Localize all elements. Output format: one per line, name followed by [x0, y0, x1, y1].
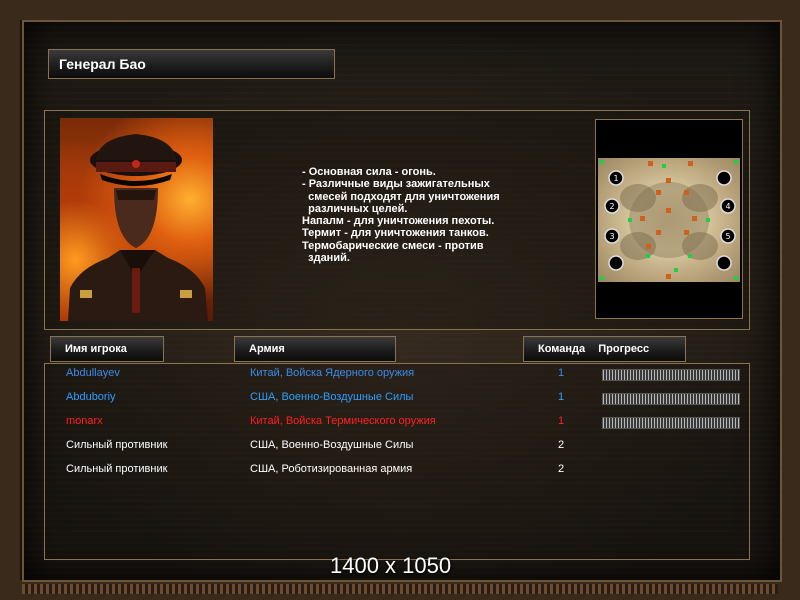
player-team: 1 [558, 415, 565, 427]
player-army: США, Военно-Воздушные Силы [250, 439, 414, 451]
player-army: США, Военно-Воздушные Силы [250, 391, 414, 403]
fps-bracket: [60] [33, 1, 46, 8]
player-name: monarx [66, 415, 103, 427]
general-title-box: Генерал Бао [48, 49, 335, 79]
player-name: Abduboriy [66, 391, 116, 403]
player-name: Abdullayev [66, 367, 120, 379]
resolution-watermark: 1400 x 1050 [330, 553, 452, 578]
fps-value: 30 [14, 1, 22, 8]
start-position-8 [716, 170, 732, 186]
header-team-progress[interactable]: Команда Прогресс [523, 336, 686, 362]
player-row[interactable]: Сильный противник США, Военно-Воздушные С… [0, 439, 800, 455]
general-name: Генерал Бао [59, 56, 146, 72]
header-team-label: Команда [538, 343, 586, 355]
loading-progress-bar [602, 369, 740, 381]
header-player-name-label: Имя игрока [65, 343, 127, 355]
start-position-7 [716, 255, 732, 271]
loading-progress-bar [602, 417, 740, 429]
player-row[interactable]: Сильный противник США, Роботизированная а… [0, 463, 800, 479]
general-portrait [60, 118, 213, 321]
ur-label: UR [2, 1, 13, 8]
map-preview[interactable]: 1 2 3 4 5 [595, 119, 743, 319]
start-label-1: 1 [613, 174, 618, 183]
start-label-3: 3 [609, 232, 614, 241]
player-army: США, Роботизированная армия [250, 463, 413, 475]
player-row[interactable]: Abduboriy США, Военно-Воздушные Силы 1 [0, 391, 800, 407]
player-team: 2 [558, 439, 565, 451]
status-bar: UR 30 26 [60] 09:39:40 00:00:00 [0, 0, 800, 9]
player-army: Китай, Войска Термического оружия [250, 415, 436, 427]
loading-progress-bar [602, 393, 740, 405]
start-label-4: 4 [725, 202, 730, 211]
fps-secondary: 26 [23, 1, 32, 8]
start-label-2: 2 [609, 202, 614, 211]
player-team: 1 [558, 391, 565, 403]
clock: 09:39:40 [47, 1, 75, 8]
start-position-6 [608, 255, 624, 271]
header-army-label: Армия [249, 343, 285, 355]
header-progress-label: Прогресс [598, 343, 650, 355]
status-left: UR 30 26 [60] 09:39:40 [2, 0, 74, 9]
general-portrait-image [68, 134, 208, 321]
game-timer: 00:00:00 [770, 1, 798, 8]
header-army[interactable]: Армия [234, 336, 396, 362]
bottom-decoration [22, 584, 778, 594]
player-name: Сильный противник [66, 439, 168, 451]
player-team: 1 [558, 367, 565, 379]
general-description: - Основная сила - огонь. - Различные вид… [302, 166, 500, 265]
player-army: Китай, Войска Ядерного оружия [250, 367, 415, 379]
header-player-name[interactable]: Имя игрока [50, 336, 164, 362]
map-features: 1 2 3 4 5 [600, 160, 738, 280]
start-label-5: 5 [725, 232, 730, 241]
player-row[interactable]: monarx Китай, Войска Термического оружия 1 [0, 415, 800, 431]
player-name: Сильный противник [66, 463, 168, 475]
player-team: 2 [558, 463, 565, 475]
player-row[interactable]: Abdullayev Китай, Войска Ядерного оружия 1 [0, 367, 800, 383]
map-terrain: 1 2 3 4 5 [598, 158, 740, 282]
